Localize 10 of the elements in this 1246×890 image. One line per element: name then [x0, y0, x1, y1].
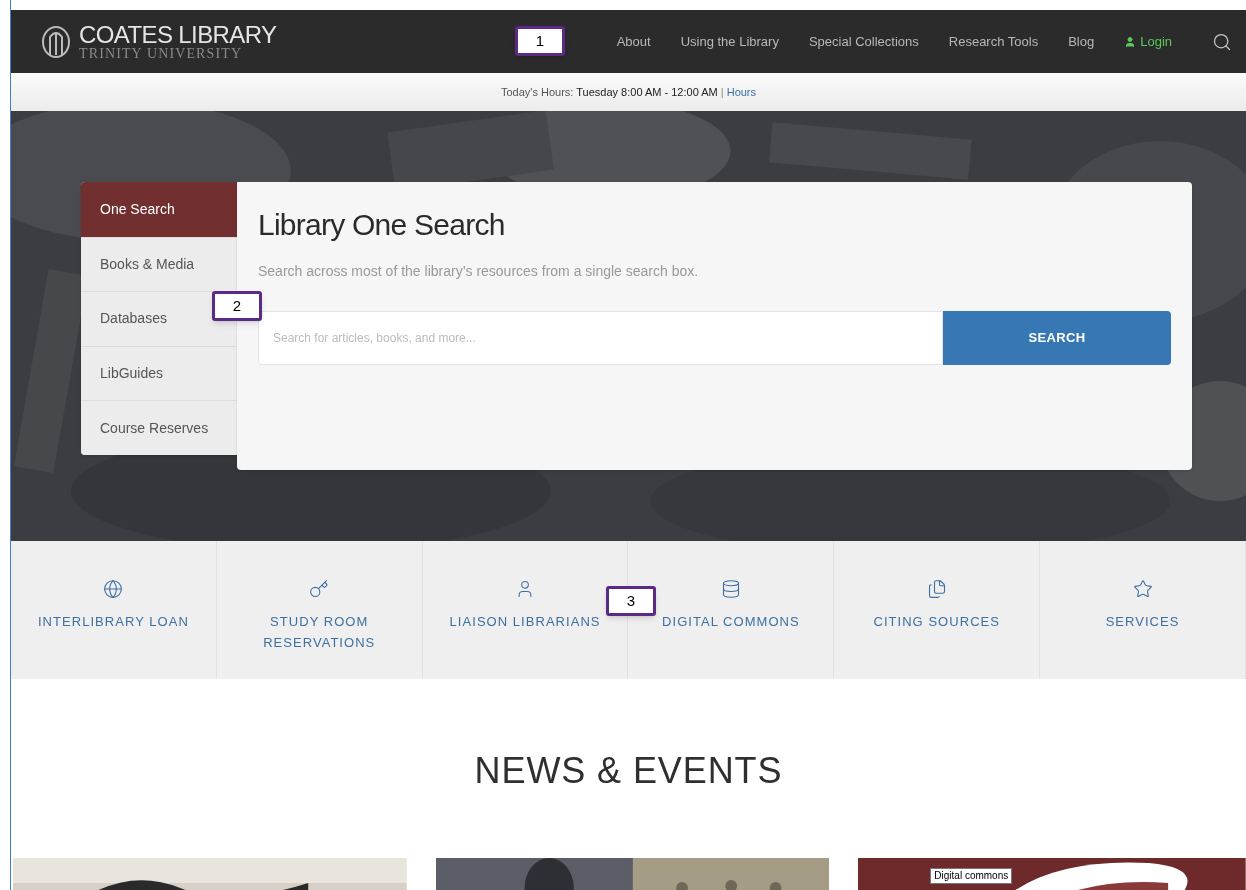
tooltip: Digital commons — [930, 868, 1013, 884]
panel-title: Library One Search — [258, 207, 506, 243]
news-heading: NEWS & EVENTS — [473, 749, 784, 793]
logo-subtitle: TRINITY UNIVERSITY — [79, 46, 244, 61]
hours-text: Today's Hours: Tuesday 8:00 AM - 12:00 AM | Hours — [500, 84, 757, 100]
panel-description: Search across most of the library’s resources from a single search box. — [258, 262, 700, 281]
annotation-tooltip: 2 — [212, 291, 262, 321]
annotation-tooltip: 3 — [606, 586, 656, 616]
logo-title: COATES LIBRARY — [79, 22, 277, 47]
annotation-tooltip: 1 — [515, 26, 565, 56]
